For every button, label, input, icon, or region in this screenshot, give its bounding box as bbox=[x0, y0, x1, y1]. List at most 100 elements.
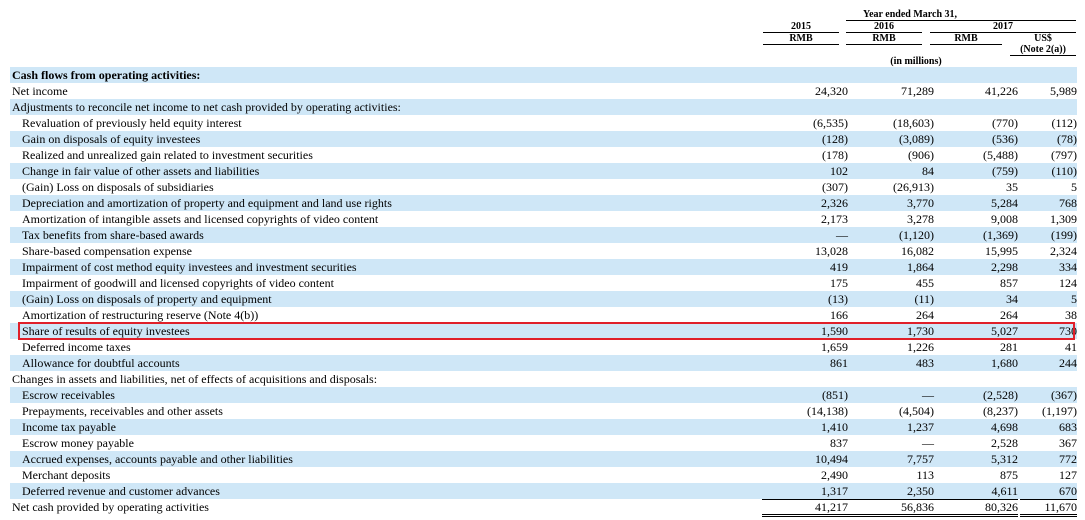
row-label: Revaluation of previously held equity in… bbox=[22, 116, 242, 130]
value-cell: 1,730 bbox=[907, 324, 934, 338]
row-label: Change in fair value of other assets and… bbox=[22, 164, 260, 178]
value-cell: 127 bbox=[1059, 468, 1077, 482]
row-label: Net cash provided by operating activitie… bbox=[12, 500, 209, 514]
value-cell: 264 bbox=[916, 308, 934, 322]
table-row: Net income 24,320 71,289 41,226 5,989 bbox=[10, 83, 1077, 99]
value-cell: 1,590 bbox=[821, 324, 848, 338]
value-cell: 113 bbox=[916, 468, 934, 482]
table-row: Deferred income taxes 1,659 1,226 281 41 bbox=[10, 339, 1077, 355]
value-cell: (178) bbox=[822, 148, 848, 162]
value-cell: 56,836 bbox=[848, 499, 934, 517]
value-cell: 5,284 bbox=[991, 196, 1018, 210]
value-cell: (1,197) bbox=[1042, 404, 1077, 418]
value-cell: (14,138) bbox=[807, 404, 848, 418]
table-row: Tax benefits from share-based awards — (1,… bbox=[10, 227, 1077, 243]
usd-note: (Note 2(a)) bbox=[1010, 45, 1076, 56]
currency-2016: RMB bbox=[846, 34, 922, 45]
row-label: Depreciation and amortization of propert… bbox=[22, 196, 392, 210]
value-cell: (199) bbox=[1051, 228, 1077, 242]
value-cell: 10,494 bbox=[815, 452, 848, 466]
financial-statement-page: Year ended March 31, 2015 2016 2017 RMB … bbox=[0, 0, 1085, 520]
value-cell: 1,680 bbox=[991, 356, 1018, 370]
value-cell: 16,082 bbox=[901, 244, 934, 258]
table-row: Prepayments, receivables and other asset… bbox=[10, 403, 1077, 419]
value-cell: 3,278 bbox=[907, 212, 934, 226]
value-cell: (759) bbox=[992, 164, 1018, 178]
value-cell: 367 bbox=[1059, 436, 1077, 450]
value-cell: 2,528 bbox=[991, 436, 1018, 450]
table-row: Escrow receivables (851) — (2,528) (367) bbox=[10, 387, 1077, 403]
value-cell: 1,226 bbox=[907, 340, 934, 354]
value-cell: — bbox=[922, 388, 934, 402]
value-cell: 71,289 bbox=[901, 84, 934, 98]
value-cell: (112) bbox=[1051, 116, 1077, 130]
value-cell: 875 bbox=[1000, 468, 1018, 482]
value-cell: 5,312 bbox=[991, 452, 1018, 466]
value-cell: (797) bbox=[1051, 148, 1077, 162]
table-row: Changes in assets and liabilities, net o… bbox=[10, 371, 1077, 387]
table-row: Income tax payable 1,410 1,237 4,698 683 bbox=[10, 419, 1077, 435]
value-cell: 281 bbox=[1000, 340, 1018, 354]
value-cell: 837 bbox=[830, 436, 848, 450]
value-cell: 5 bbox=[1071, 180, 1077, 194]
unit-note: (in millions) bbox=[890, 56, 942, 67]
value-cell: (2,528) bbox=[983, 388, 1018, 402]
value-cell: — bbox=[922, 436, 934, 450]
row-label: Net income bbox=[12, 84, 68, 98]
table-row: Realized and unrealized gain related to … bbox=[10, 147, 1077, 163]
value-cell: 2,326 bbox=[821, 196, 848, 210]
value-cell: 13,028 bbox=[815, 244, 848, 258]
value-cell: 34 bbox=[1006, 292, 1018, 306]
value-cell: 2,173 bbox=[821, 212, 848, 226]
value-cell: (110) bbox=[1051, 164, 1077, 178]
value-cell: (1,120) bbox=[899, 228, 934, 242]
value-cell: (8,237) bbox=[983, 404, 1018, 418]
value-cell: 41,217 bbox=[762, 499, 848, 517]
value-cell: 1,659 bbox=[821, 340, 848, 354]
value-cell: 102 bbox=[830, 164, 848, 178]
period-label: Year ended March 31, bbox=[862, 9, 958, 20]
value-cell: 455 bbox=[916, 276, 934, 290]
value-cell: 11,670 bbox=[1020, 499, 1077, 517]
value-cell: (13) bbox=[828, 292, 848, 306]
value-cell: 38 bbox=[1065, 308, 1077, 322]
value-cell: (5,488) bbox=[983, 148, 1018, 162]
value-cell: 1,317 bbox=[762, 483, 848, 500]
value-cell: 9,008 bbox=[991, 212, 1018, 226]
table-row: (Gain) Loss on disposals of property and… bbox=[10, 291, 1077, 307]
currency-2017-usd: US$ bbox=[1034, 33, 1052, 44]
value-cell: 1,309 bbox=[1050, 212, 1077, 226]
table-row: Adjustments to reconcile net income to n… bbox=[10, 99, 1077, 115]
value-cell: (851) bbox=[822, 388, 848, 402]
value-cell: 730 bbox=[1059, 324, 1077, 338]
value-cell: (367) bbox=[1051, 388, 1077, 402]
row-label: Cash flows from operating activities: bbox=[12, 68, 201, 82]
value-cell: — bbox=[836, 228, 848, 242]
table-row: Share-based compensation expense 13,028 16… bbox=[10, 243, 1077, 259]
row-label: Impairment of cost method equity investe… bbox=[22, 260, 357, 274]
value-cell: 334 bbox=[1059, 260, 1077, 274]
value-cell: (3,089) bbox=[899, 132, 934, 146]
row-label: (Gain) Loss on disposals of property and… bbox=[22, 292, 272, 306]
table-row: Gain on disposals of equity investees (12… bbox=[10, 131, 1077, 147]
row-label: Prepayments, receivables and other asset… bbox=[22, 404, 223, 418]
value-cell: 80,326 bbox=[932, 499, 1018, 517]
table-row: Depreciation and amortization of propert… bbox=[10, 195, 1077, 211]
value-cell: 41,226 bbox=[985, 84, 1018, 98]
value-cell: (78) bbox=[1057, 132, 1077, 146]
value-cell: 244 bbox=[1059, 356, 1077, 370]
value-cell: (906) bbox=[908, 148, 934, 162]
cash-flow-table: Cash flows from operating activities: Net… bbox=[10, 67, 1077, 517]
table-row: Escrow money payable 837 — 2,528 367 bbox=[10, 435, 1077, 451]
row-label: Deferred income taxes bbox=[22, 340, 131, 354]
row-label: Adjustments to reconcile net income to n… bbox=[12, 100, 401, 114]
row-label: Amortization of restructuring reserve (N… bbox=[22, 308, 259, 322]
value-cell: (18,603) bbox=[893, 116, 934, 130]
value-cell: 857 bbox=[1000, 276, 1018, 290]
value-cell: (770) bbox=[992, 116, 1018, 130]
row-label: Deferred revenue and customer advances bbox=[22, 484, 220, 498]
value-cell: (1,369) bbox=[983, 228, 1018, 242]
value-cell: 175 bbox=[830, 276, 848, 290]
value-cell: (307) bbox=[822, 180, 848, 194]
row-label: Income tax payable bbox=[22, 420, 116, 434]
